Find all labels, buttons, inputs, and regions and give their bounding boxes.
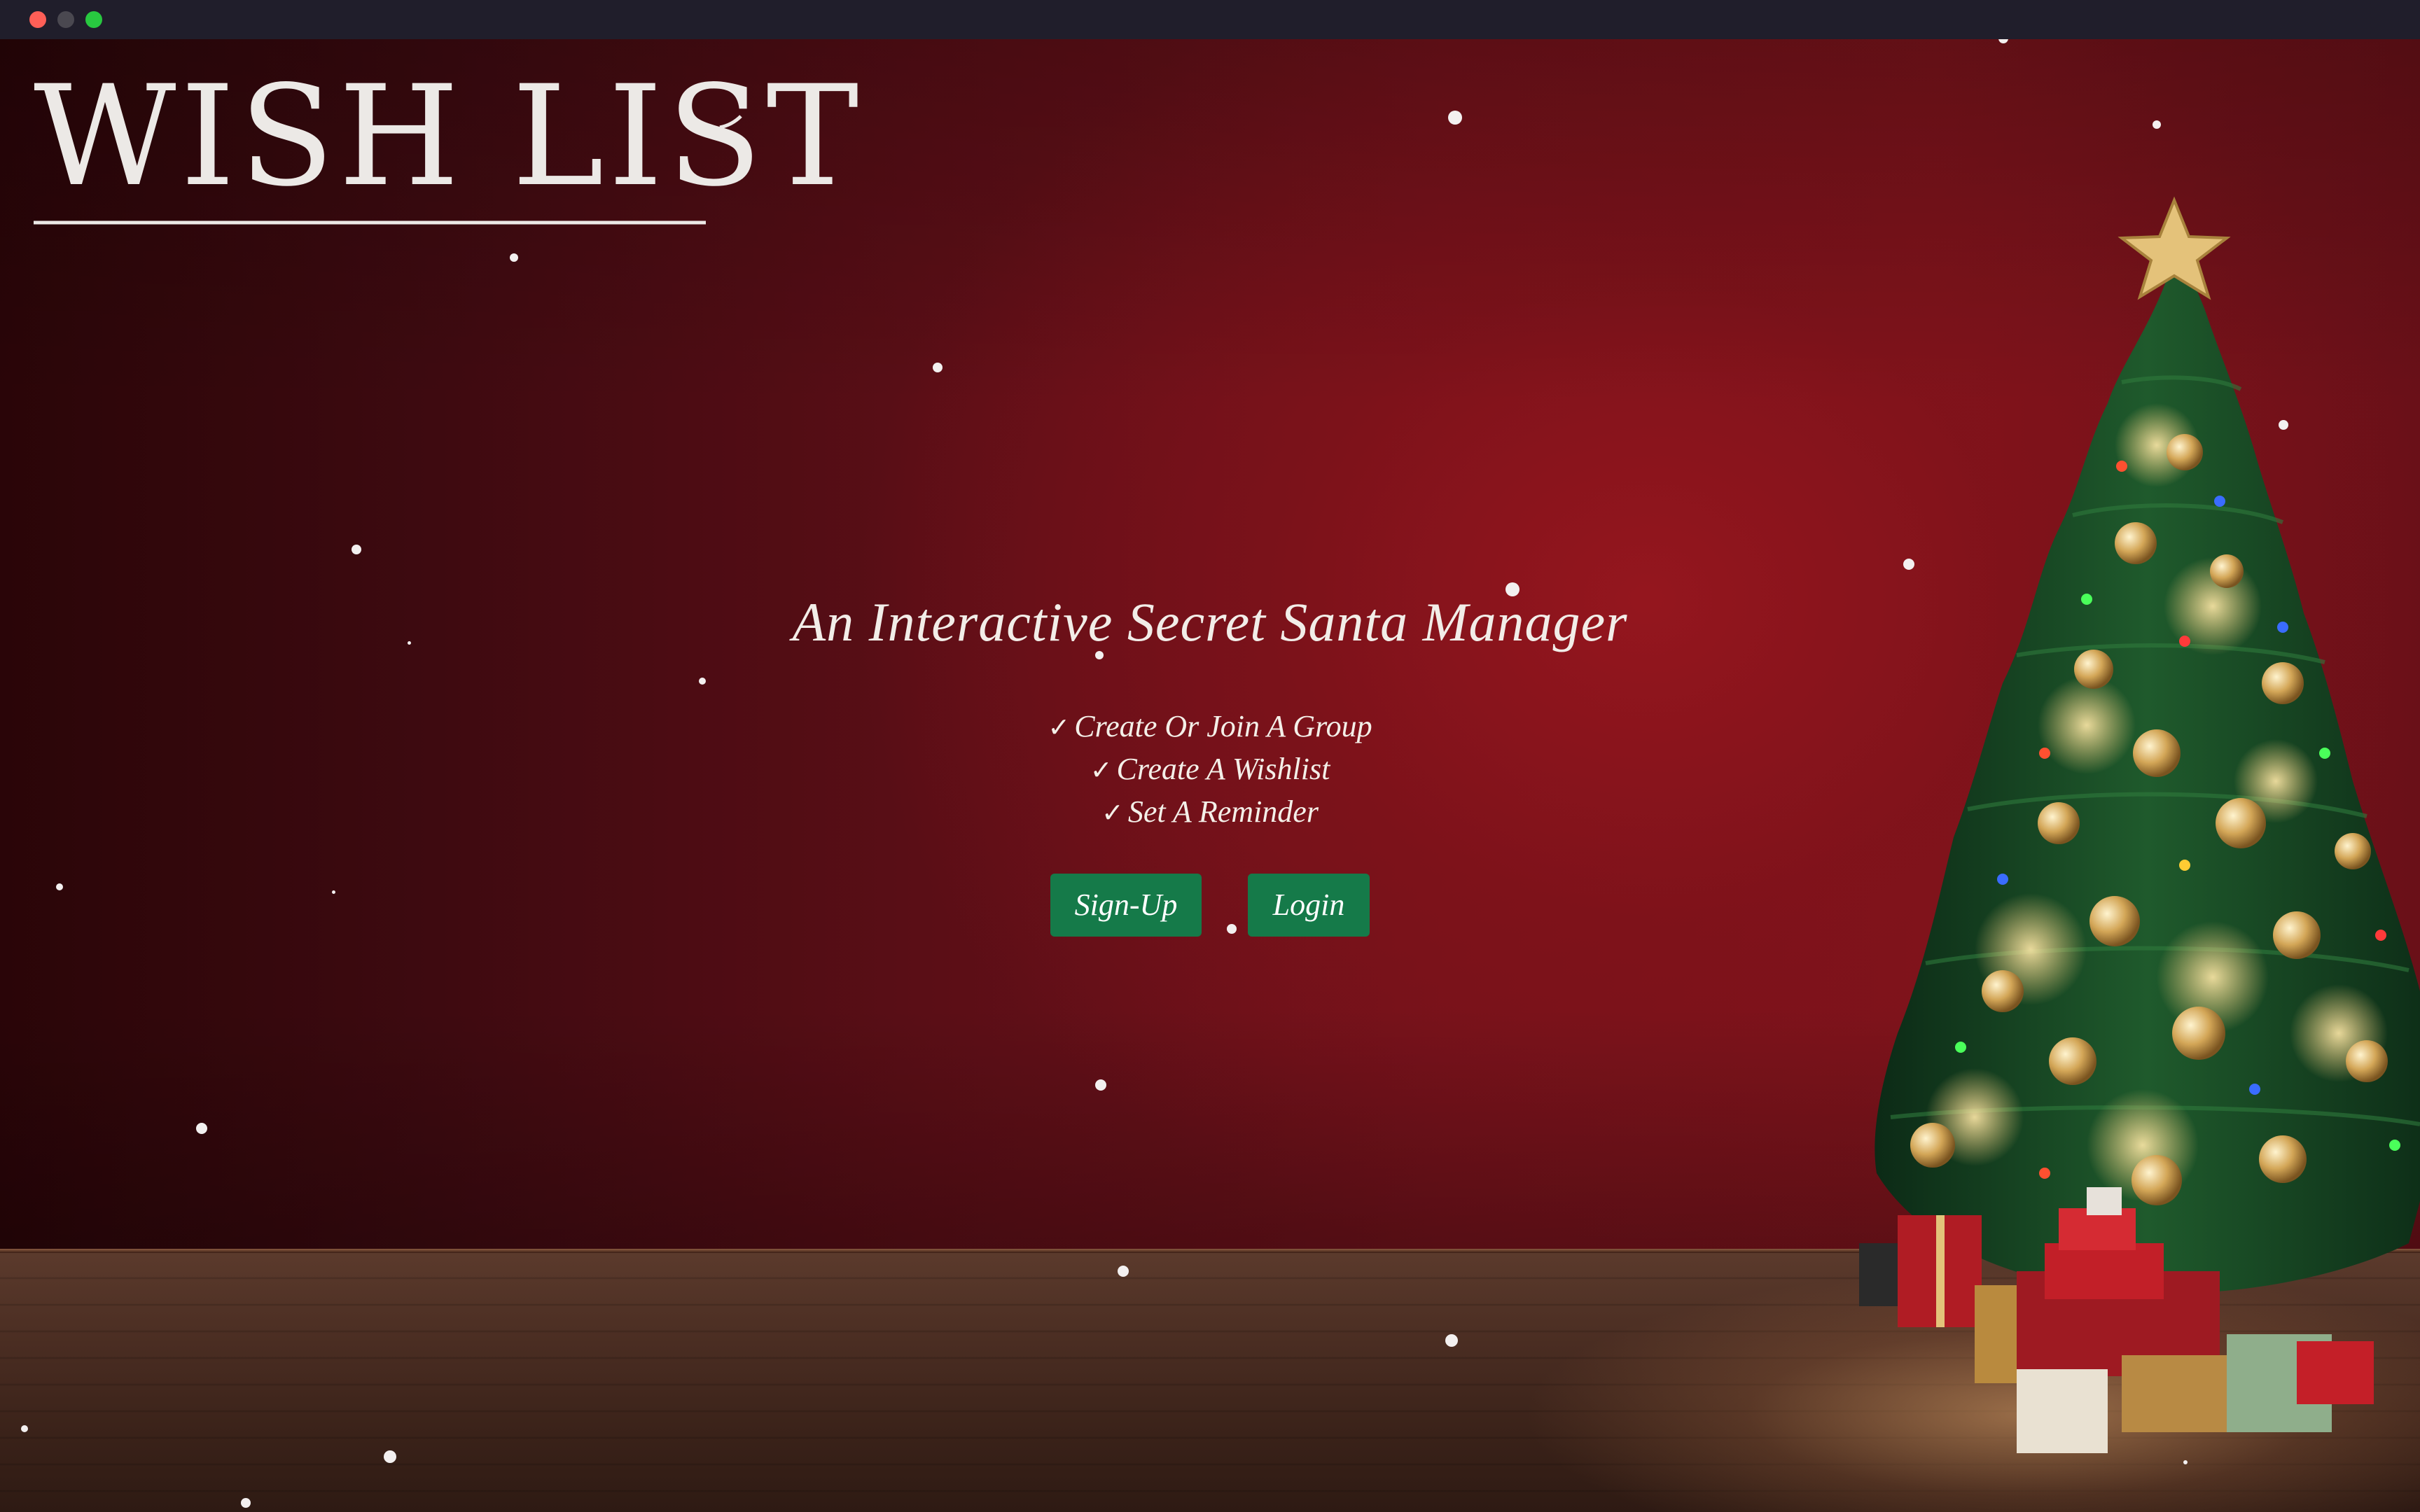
wish-list-logo[interactable]: WISH LIST bbox=[34, 67, 863, 225]
snowflake bbox=[408, 641, 411, 645]
snowflake bbox=[1445, 1334, 1458, 1347]
logo-underline-flourish bbox=[34, 115, 742, 225]
snowflake bbox=[1095, 1079, 1106, 1091]
snowflake bbox=[332, 890, 335, 894]
auth-buttons: Sign-Up Login bbox=[1050, 874, 1370, 937]
snowflake bbox=[1227, 924, 1237, 934]
snowflake bbox=[699, 678, 706, 685]
snowflake bbox=[384, 1450, 396, 1463]
snowflake bbox=[2153, 120, 2161, 129]
snowflake bbox=[196, 1123, 207, 1134]
login-button[interactable]: Login bbox=[1248, 874, 1370, 937]
snowflake bbox=[1118, 1266, 1129, 1277]
feature-label: Create Or Join A Group bbox=[1074, 709, 1372, 743]
snowflake bbox=[2183, 1460, 2188, 1464]
snowflake bbox=[241, 1498, 251, 1508]
feature-label: Set A Reminder bbox=[1127, 794, 1319, 829]
landing-page: WISH LIST An Interactive Secret Santa Ma… bbox=[0, 39, 2420, 1512]
snowflake bbox=[1505, 582, 1520, 596]
maximize-window-button[interactable] bbox=[85, 11, 102, 28]
snowflake bbox=[1903, 559, 1914, 570]
checkmark-icon: ✓ bbox=[1101, 797, 1124, 828]
feature-label: Create A Wishlist bbox=[1116, 752, 1330, 786]
snowflake bbox=[933, 363, 943, 372]
snowflake bbox=[2279, 420, 2288, 430]
snowflake bbox=[56, 883, 63, 890]
snowflake bbox=[1448, 111, 1462, 125]
snowflake bbox=[510, 253, 518, 262]
checkmark-icon: ✓ bbox=[1090, 755, 1113, 785]
browser-window: WISH LIST An Interactive Secret Santa Ma… bbox=[0, 0, 2420, 1512]
checkmark-icon: ✓ bbox=[1048, 712, 1071, 743]
snowflake bbox=[21, 1425, 28, 1432]
christmas-tree-illustration bbox=[1793, 151, 2420, 1509]
minimize-window-button[interactable] bbox=[57, 11, 74, 28]
title-bar bbox=[0, 0, 2420, 39]
signup-button[interactable]: Sign-Up bbox=[1050, 874, 1202, 937]
snowflake bbox=[352, 545, 361, 554]
close-window-button[interactable] bbox=[29, 11, 46, 28]
snowflake bbox=[1095, 651, 1104, 659]
